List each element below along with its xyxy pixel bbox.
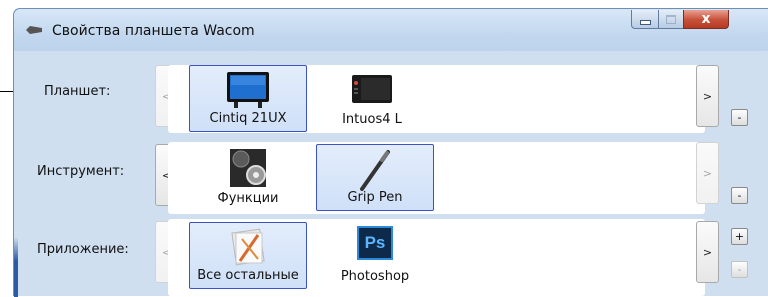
application-item-photoshop[interactable]: Ps Photoshop	[316, 222, 434, 289]
tablet-list-panel: Cintiq 21UX Intuos4 L	[168, 65, 705, 133]
application-list-panel: Все остальные Ps Photoshop	[168, 219, 705, 296]
pen-app-icon	[26, 26, 42, 34]
tablet-item-cintiq[interactable]: Cintiq 21UX	[189, 65, 307, 132]
tablet-item-label: Cintiq 21UX	[209, 111, 287, 126]
tool-item-label: Grip Pen	[347, 190, 403, 205]
tool-item-label: Функции	[217, 191, 279, 206]
minus-icon: -	[737, 263, 742, 276]
application-next-button[interactable]: >	[696, 221, 719, 283]
tablet-row-label: Планшет:	[44, 84, 111, 99]
application-item-label: Photoshop	[340, 269, 410, 284]
application-item-label: Все остальные	[197, 268, 299, 283]
minimize-icon	[639, 19, 651, 25]
maximize-button	[658, 10, 684, 29]
tablet-item-intuos[interactable]: Intuos4 L	[313, 65, 431, 132]
application-add-button[interactable]: +	[731, 228, 748, 245]
tool-item-functions[interactable]: Функции	[189, 144, 307, 211]
photoshop-icon-text: Ps	[364, 233, 386, 252]
pen-tablet-icon	[352, 75, 392, 103]
tool-row-label: Инструмент:	[37, 164, 125, 179]
pen-icon	[360, 150, 390, 191]
maximize-icon	[666, 14, 676, 24]
chevron-right-icon: >	[702, 89, 713, 103]
properties-window: Свойства планшета Wacom x Планшет: < Cin…	[13, 8, 768, 297]
tool-remove-button[interactable]: -	[731, 187, 748, 204]
chevron-right-icon: >	[702, 245, 713, 259]
tool-next-button: >	[696, 142, 719, 204]
display-tablet-icon	[227, 72, 269, 108]
minus-icon: -	[737, 189, 742, 202]
tablet-remove-button[interactable]: -	[731, 109, 748, 126]
window-title: Свойства планшета Wacom	[52, 23, 255, 39]
application-row-label: Приложение:	[37, 242, 129, 257]
functions-icon	[230, 149, 266, 187]
close-icon: x	[701, 11, 711, 27]
tool-list-panel: Функции Grip Pen	[168, 142, 705, 214]
chevron-right-icon: >	[702, 166, 713, 180]
minimize-button[interactable]	[631, 10, 659, 29]
application-item-all-others[interactable]: Все остальные	[189, 222, 307, 289]
tablet-next-button[interactable]: >	[696, 65, 719, 127]
all-apps-icon	[231, 228, 265, 266]
tablet-item-label: Intuos4 L	[342, 112, 402, 127]
application-remove-button: -	[731, 261, 748, 278]
plus-icon: +	[734, 230, 745, 243]
tool-item-grip-pen[interactable]: Grip Pen	[316, 144, 434, 211]
window-edge-accent	[14, 237, 18, 297]
photoshop-icon: Ps	[357, 226, 393, 260]
close-button[interactable]: x	[683, 10, 729, 29]
minus-icon: -	[737, 111, 742, 124]
